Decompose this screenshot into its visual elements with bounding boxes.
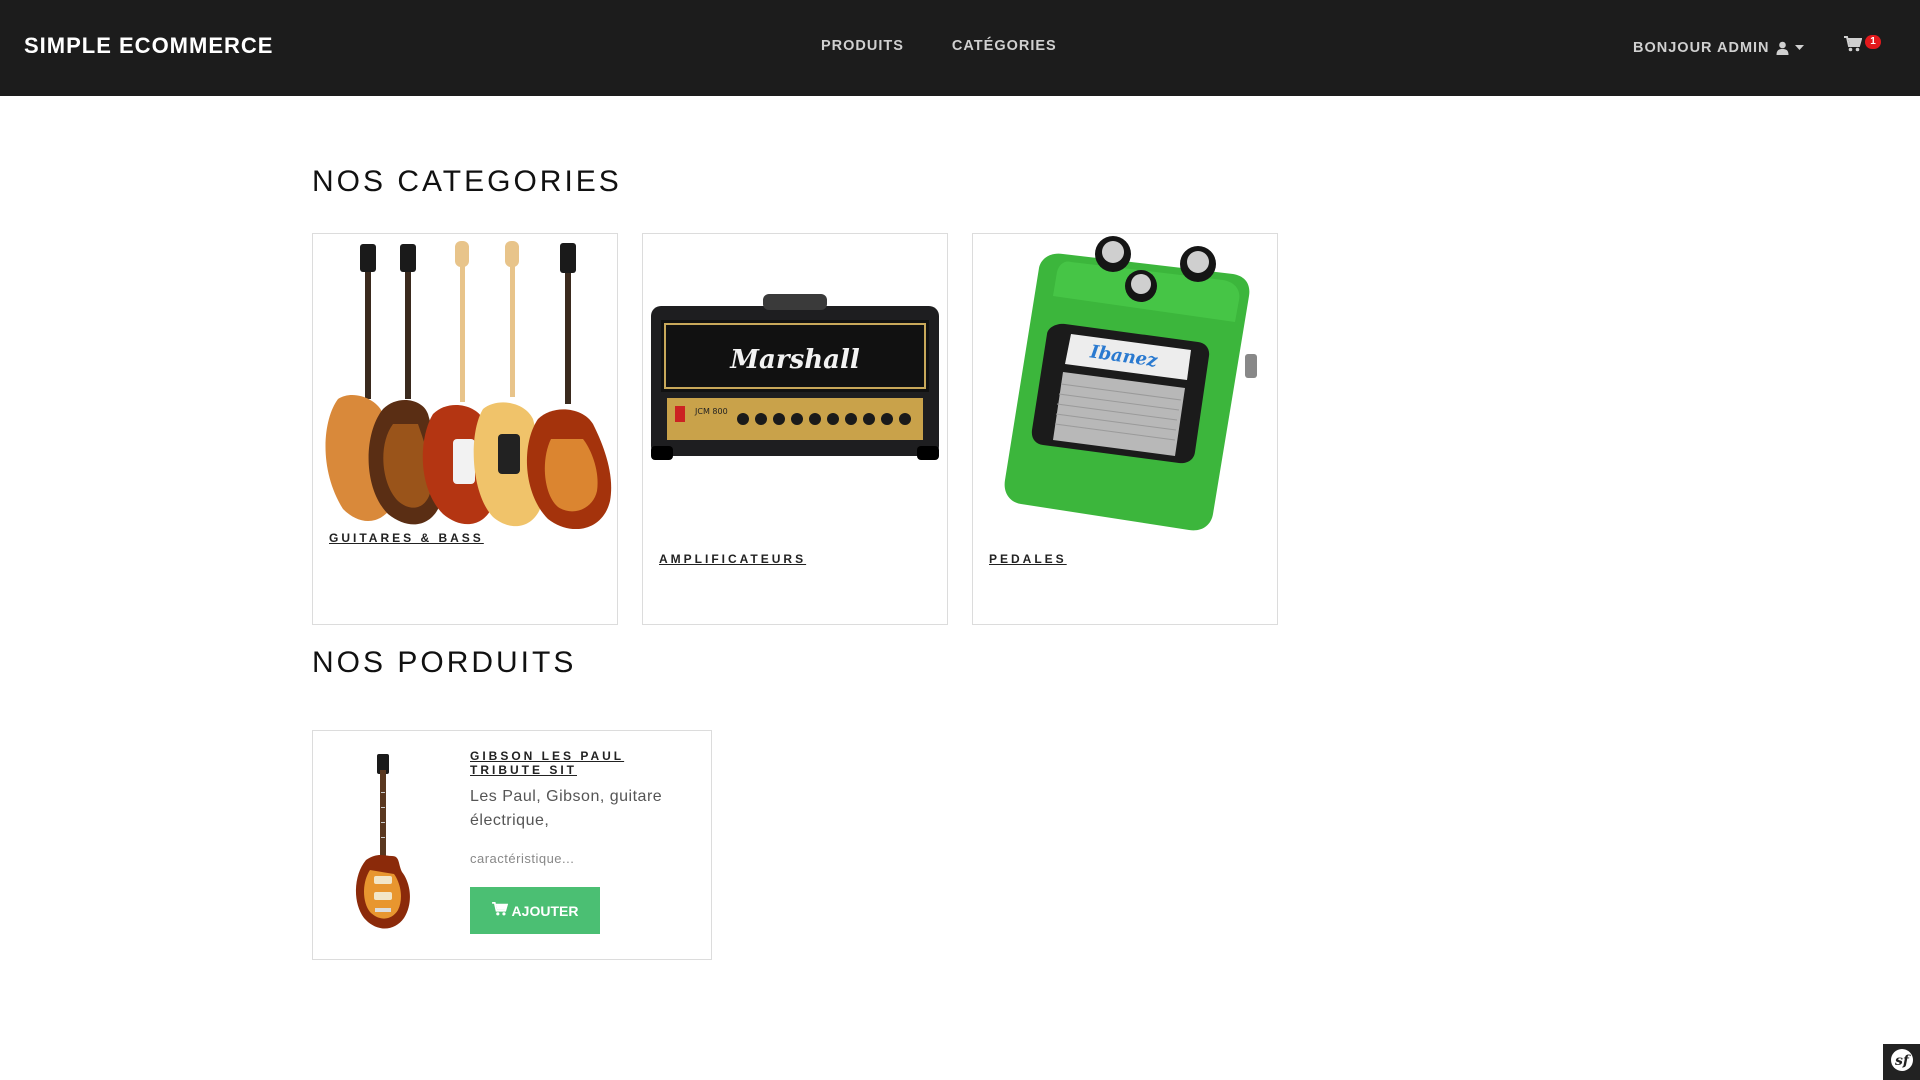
nav-links: PRODUITS CATÉGORIES (821, 38, 1057, 54)
add-to-cart-button[interactable]: AJOUTER (470, 887, 600, 934)
user-menu-dropdown[interactable]: BONJOUR ADMIN (1633, 40, 1804, 56)
category-link-guitares[interactable]: GUITARES & BASS (329, 531, 484, 545)
user-icon (1776, 41, 1789, 55)
chevron-down-icon (1794, 45, 1804, 51)
cart-count-badge: 1 (1865, 35, 1881, 49)
category-card[interactable]: Marshall JCM 800 AMPLIFICATEURS (642, 233, 948, 625)
brand-link[interactable]: SIMPLE ECOMMERCE (24, 33, 273, 59)
nav-link-produits[interactable]: PRODUITS (821, 38, 904, 54)
product-more-text: caractéristique... (470, 851, 575, 866)
top-navbar: SIMPLE ECOMMERCE PRODUITS CATÉGORIES BON… (0, 0, 1920, 96)
category-card[interactable]: GUITARES & BASS (312, 233, 618, 625)
symfony-logo-icon: sf (1890, 1048, 1914, 1077)
categories-heading: NOS CATEGORIES (312, 165, 622, 198)
category-link-amplificateurs[interactable]: AMPLIFICATEURS (659, 552, 806, 566)
add-button-label: AJOUTER (511, 902, 579, 919)
product-name-link[interactable]: GIBSON LES PAUL TRIBUTE SIT (470, 749, 650, 777)
les-paul-image[interactable] (333, 747, 433, 937)
ibanez-pedal-image: Ibanez (973, 234, 1277, 534)
cart-icon (1844, 36, 1863, 56)
category-card[interactable]: Ibanez PEDALES (972, 233, 1278, 625)
amp-brand-text: Marshall (729, 345, 860, 375)
marshall-amp-image: Marshall JCM 800 (643, 234, 947, 534)
product-card: GIBSON LES PAUL TRIBUTE SIT Les Paul, Gi… (312, 730, 712, 960)
user-greeting: BONJOUR ADMIN (1633, 40, 1770, 56)
symfony-toolbar-toggle[interactable]: sf (1883, 1044, 1920, 1080)
cart-icon (491, 902, 508, 919)
products-heading: NOS PORDUITS (312, 646, 577, 679)
category-link-pedales[interactable]: PEDALES (989, 552, 1067, 566)
guitars-image (313, 234, 617, 534)
product-description: Les Paul, Gibson, guitare électrique, (470, 788, 663, 829)
nav-link-categories[interactable]: CATÉGORIES (952, 38, 1057, 54)
amp-model-text: JCM 800 (694, 407, 728, 416)
cart-button[interactable]: 1 (1844, 35, 1884, 56)
